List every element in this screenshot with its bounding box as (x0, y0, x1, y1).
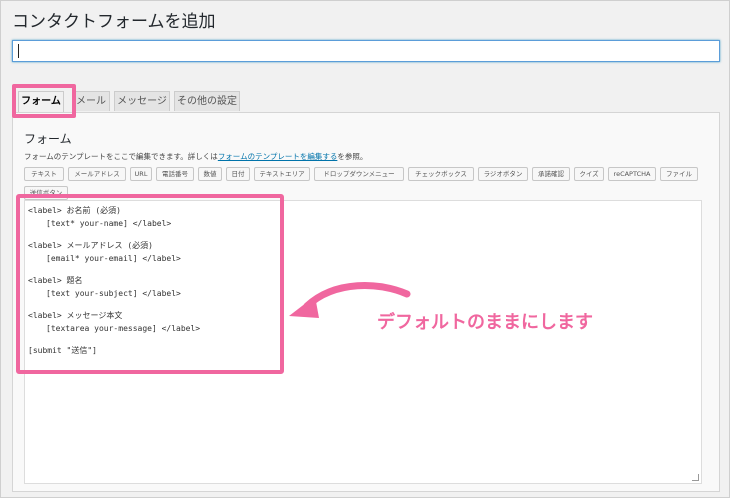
panel-description-suffix: を参照。 (337, 152, 368, 161)
tag-button-quiz[interactable]: クイズ (574, 167, 604, 181)
code-line: <label> メッセージ本文 (28, 311, 123, 320)
resize-handle-icon[interactable] (692, 474, 699, 481)
tag-button-url[interactable]: URL (130, 167, 152, 181)
tag-button-file[interactable]: ファイル (660, 167, 698, 181)
tag-button-number[interactable]: 数値 (198, 167, 222, 181)
tag-button-tel[interactable]: 電話番号 (156, 167, 194, 181)
tag-button-dropdown[interactable]: ドロップダウンメニュー (314, 167, 404, 181)
tab-mail[interactable]: メール (72, 91, 110, 111)
code-line: <label> お名前 (必須) (28, 206, 121, 215)
code-line: [text* your-name] </label> (46, 219, 172, 228)
panel-description: フォームのテンプレートをここで編集できます。詳しくはフォームのテンプレートを編集… (24, 151, 367, 162)
code-line: <label> 題名 (28, 276, 83, 285)
tag-button-textarea[interactable]: テキストエリア (254, 167, 310, 181)
code-line: <label> メールアドレス (必須) (28, 241, 153, 250)
tab-form[interactable]: フォーム (18, 91, 64, 112)
tab-additional-settings[interactable]: その他の設定 (174, 91, 240, 111)
annotation-text: デフォルトのままにします (377, 312, 593, 333)
tag-button-checkbox[interactable]: チェックボックス (408, 167, 474, 181)
tag-button-acceptance[interactable]: 承諾確認 (532, 167, 570, 181)
tag-button-date[interactable]: 日付 (226, 167, 250, 181)
tab-messages[interactable]: メッセージ (114, 91, 170, 111)
code-line: [text your-subject] </label> (46, 289, 181, 298)
panel-description-prefix: フォームのテンプレートをここで編集できます。詳しくは (24, 152, 218, 161)
code-line: [email* your-email] </label> (46, 254, 181, 263)
form-title-input[interactable] (12, 40, 720, 62)
tag-button-submit[interactable]: 送信ボタン (24, 186, 68, 200)
template-edit-link[interactable]: フォームのテンプレートを編集する (218, 152, 338, 161)
tag-button-radio[interactable]: ラジオボタン (478, 167, 528, 181)
code-line: [textarea your-message] </label> (46, 324, 201, 333)
tag-button-recaptcha[interactable]: reCAPTCHA (608, 167, 656, 181)
tag-button-text[interactable]: テキスト (24, 167, 64, 181)
page-title: コンタクトフォームを追加 (12, 12, 216, 32)
panel-heading: フォーム (24, 132, 72, 146)
text-caret (18, 44, 19, 58)
code-line: [submit "送信"] (28, 346, 97, 355)
tag-button-email[interactable]: メールアドレス (68, 167, 126, 181)
